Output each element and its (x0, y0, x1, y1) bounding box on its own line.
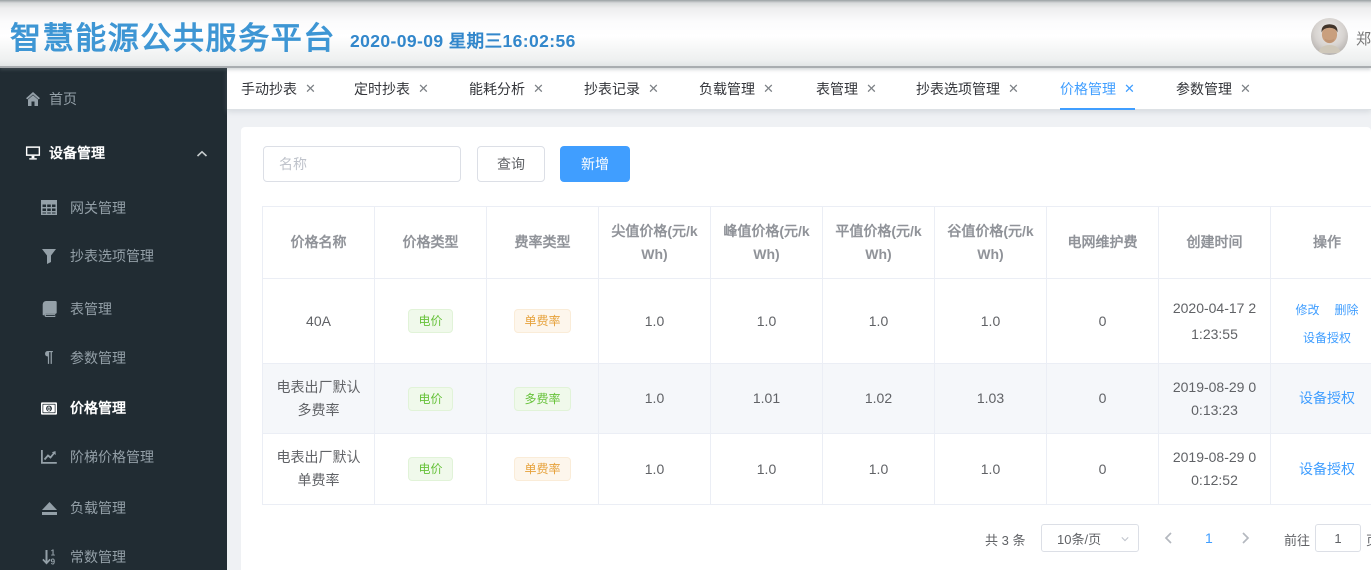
svg-text:9: 9 (51, 558, 56, 566)
svg-text:0: 0 (47, 405, 51, 412)
svg-text:1: 1 (51, 549, 56, 558)
